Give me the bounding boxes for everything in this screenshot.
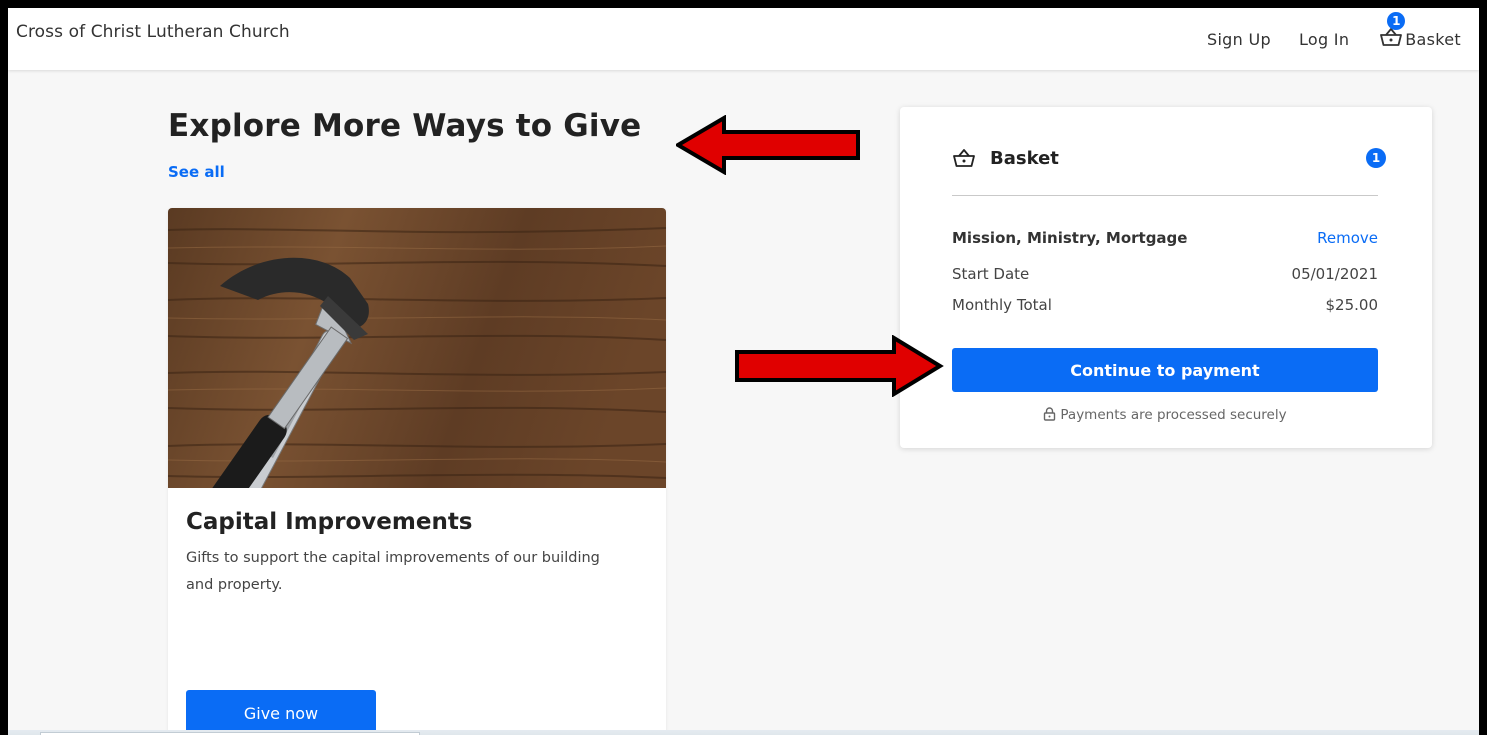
church-name[interactable]: Cross of Christ Lutheran Church	[16, 22, 290, 42]
header-basket-label: Basket	[1405, 29, 1461, 49]
secure-payment-note: Payments are processed securely	[952, 407, 1378, 423]
basket-icon	[1379, 26, 1403, 52]
annotation-arrow-right	[735, 335, 944, 397]
capital-improvements-card[interactable]: Capital Improvements Gifts to support th…	[168, 208, 666, 735]
explore-heading: Explore More Ways to Give	[168, 108, 642, 144]
header-basket-button[interactable]: 1 Basket	[1379, 12, 1461, 52]
give-now-button[interactable]: Give now	[186, 690, 376, 735]
start-date-row: Start Date 05/01/2021	[952, 265, 1378, 283]
lock-icon	[1044, 407, 1056, 421]
start-date-value: 05/01/2021	[1291, 265, 1378, 283]
header-nav: Sign Up Log In 1 Basket	[1179, 12, 1461, 52]
basket-title: Basket	[990, 148, 1059, 169]
card-title: Capital Improvements	[186, 509, 473, 535]
basket-divider	[952, 195, 1378, 196]
basket-item-name: Mission, Ministry, Mortgage	[952, 229, 1188, 247]
start-date-label: Start Date	[952, 265, 1030, 283]
basket-icon	[952, 147, 976, 169]
remove-link[interactable]: Remove	[1317, 229, 1378, 247]
monthly-total-value: $25.00	[1325, 296, 1379, 314]
basket-count-badge: 1	[1366, 148, 1386, 168]
hammer-wrench-image	[168, 208, 666, 488]
basket-panel: Basket 1 Mission, Ministry, Mortgage Rem…	[900, 107, 1432, 448]
annotation-arrow-left	[676, 115, 860, 175]
sign-up-link[interactable]: Sign Up	[1207, 30, 1271, 49]
monthly-total-label: Monthly Total	[952, 296, 1052, 314]
horizontal-scrollbar[interactable]	[8, 730, 1479, 735]
see-all-link[interactable]: See all	[168, 163, 225, 181]
basket-item-row: Mission, Ministry, Mortgage Remove	[952, 229, 1378, 247]
top-navigation-bar: Cross of Christ Lutheran Church Sign Up …	[8, 8, 1479, 70]
card-description: Gifts to support the capital improvement…	[186, 550, 600, 593]
secure-note-text: Payments are processed securely	[1060, 407, 1287, 423]
page-frame: Cross of Christ Lutheran Church Sign Up …	[0, 0, 1487, 735]
continue-to-payment-button[interactable]: Continue to payment	[952, 348, 1378, 392]
log-in-link[interactable]: Log In	[1299, 30, 1349, 49]
monthly-total-row: Monthly Total $25.00	[952, 296, 1378, 314]
